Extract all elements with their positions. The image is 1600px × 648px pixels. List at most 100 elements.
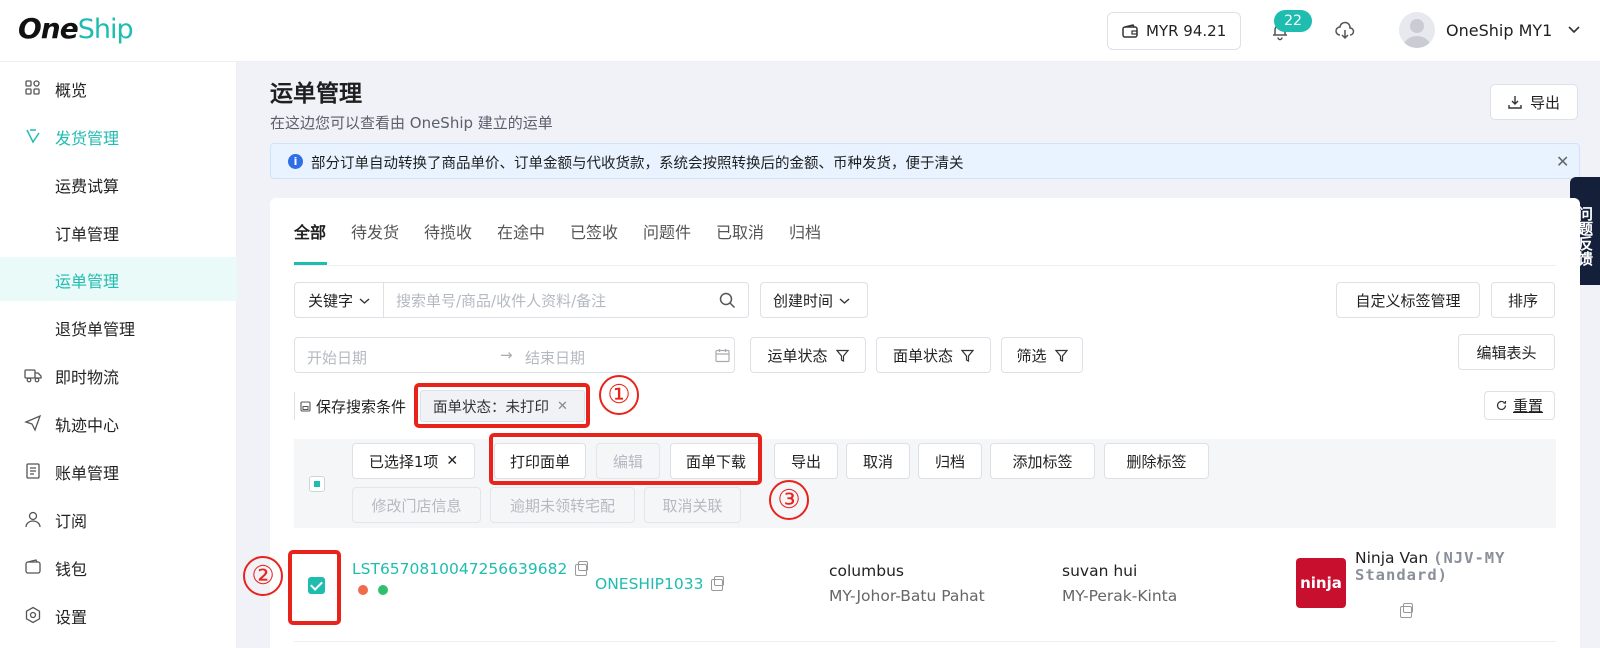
copy-icon[interactable]	[575, 560, 589, 576]
sidebar-item-subscription[interactable]: 订阅	[0, 497, 237, 541]
tab-divider	[294, 265, 1556, 266]
status-dot	[358, 585, 368, 595]
refresh-icon	[1496, 400, 1507, 411]
sidebar-item-label: 运费试算	[55, 177, 120, 196]
send-icon	[24, 414, 42, 432]
tab-archived[interactable]: 归档	[789, 219, 821, 243]
reset-button[interactable]: 重置	[1484, 391, 1555, 420]
copy-icon[interactable]	[711, 575, 725, 591]
annotation-box-1	[414, 383, 590, 428]
carrier-info: Ninja Van (NJV-MY Standard)	[1355, 550, 1555, 584]
remove-tag-button[interactable]: 删除标签	[1104, 443, 1209, 479]
filter-icon	[1054, 349, 1068, 362]
filter-button[interactable]: 筛选	[1001, 337, 1083, 373]
tab-delivered[interactable]: 已签收	[570, 219, 618, 243]
sidebar-item-billing[interactable]: 账单管理	[0, 449, 237, 493]
keyword-select[interactable]: 关键字	[294, 282, 384, 318]
user-avatar-icon	[1403, 19, 1431, 48]
sidebar-item-overview[interactable]: 概览	[0, 66, 237, 110]
sidebar-item-label: 即时物流	[55, 368, 120, 387]
page-subtitle: 在这边您可以查看由 OneShip 建立的运单	[270, 114, 553, 132]
oneship-logo[interactable]: OneShip	[18, 12, 134, 45]
search-placeholder: 搜索单号/商品/收件人资料/备注	[396, 291, 607, 310]
sidebar-item-settings[interactable]: 设置	[0, 593, 237, 637]
tab-all[interactable]: 全部	[294, 219, 326, 243]
carrier-name: Ninja Van	[1355, 549, 1429, 567]
sidebar: 概览 发货管理 运费试算 订单管理 运单管理 退货单管理 即时物流 轨迹中心 账…	[0, 62, 237, 648]
sidebar-item-returns[interactable]: 退货单管理	[0, 305, 237, 349]
sidebar-item-label: 发货管理	[55, 129, 120, 148]
save-search-button[interactable]: 保存搜索条件	[294, 392, 414, 420]
waybill-status-filter[interactable]: 运单状态	[750, 337, 866, 373]
sidebar-item-tracking[interactable]: 轨迹中心	[0, 401, 237, 445]
logo-one-text: One	[18, 12, 79, 45]
avatar[interactable]	[1399, 12, 1435, 48]
close-icon[interactable]: ✕	[1556, 152, 1569, 171]
export-label: 导出	[1529, 93, 1560, 112]
date-range-picker[interactable]: 开始日期 → 结束日期	[294, 337, 735, 373]
annotation-number-1: ①	[599, 375, 639, 415]
select-all-checkbox[interactable]	[309, 476, 325, 492]
save-search-label: 保存搜索条件	[316, 397, 407, 416]
tab-cancelled[interactable]: 已取消	[716, 219, 764, 243]
search-icon[interactable]	[719, 292, 736, 309]
cancel-button[interactable]: 取消	[846, 443, 910, 479]
sidebar-item-wallet[interactable]: 钱包	[0, 545, 237, 589]
tab-in-transit[interactable]: 在途中	[497, 219, 545, 243]
tab-problem[interactable]: 问题件	[643, 219, 691, 243]
sidebar-item-instant-logistics[interactable]: 即时物流	[0, 353, 237, 397]
chevron-down-icon[interactable]	[1567, 22, 1581, 36]
user-icon	[25, 511, 41, 528]
order-id[interactable]: ONESHIP1033	[595, 575, 725, 593]
wallet-amount: MYR 94.21	[1146, 22, 1227, 40]
custom-tag-manage-button[interactable]: 自定义标签管理	[1336, 282, 1480, 318]
sender-name: columbus	[829, 562, 904, 580]
sidebar-item-label: 概览	[55, 81, 88, 100]
add-tag-button[interactable]: 添加标签	[990, 443, 1095, 479]
logo-ship-text: Ship	[77, 14, 134, 45]
sidebar-item-waybills[interactable]: 运单管理	[0, 257, 237, 301]
order-id-text: ONESHIP1033	[595, 575, 704, 593]
tab-pending-ship[interactable]: 待发货	[351, 219, 399, 243]
edit-store-button[interactable]: 修改门店信息	[352, 487, 481, 523]
sidebar-item-freight-calc[interactable]: 运费试算	[0, 162, 237, 206]
sidebar-item-label: 账单管理	[55, 464, 120, 483]
receiver-region: MY-Perak-Kinta	[1062, 587, 1178, 605]
overdue-home-delivery-button[interactable]: 逾期未领转宅配	[490, 487, 635, 523]
annotation-box-2	[288, 550, 341, 625]
top-header: OneShip MYR 94.21 22 OneShip MY1	[0, 0, 1600, 62]
annotation-number-3: ③	[769, 480, 809, 520]
time-select-label: 创建时间	[773, 291, 834, 310]
chevron-down-icon	[839, 297, 850, 304]
sidebar-item-label: 退货单管理	[55, 320, 136, 339]
close-icon[interactable]: ✕	[446, 453, 458, 469]
search-input[interactable]: 搜索单号/商品/收件人资料/备注	[383, 282, 749, 318]
sender-region: MY-Johor-Batu Pahat	[829, 587, 985, 605]
selected-count-button[interactable]: 已选择1项 ✕	[352, 443, 475, 479]
archive-button[interactable]: 归档	[918, 443, 982, 479]
batch-export-button[interactable]: 导出	[774, 443, 838, 479]
unlink-button[interactable]: 取消关联	[644, 487, 741, 523]
tracking-number[interactable]: LST6570810047256639682	[352, 560, 589, 578]
sidebar-item-orders[interactable]: 订单管理	[0, 210, 237, 254]
label-status-label: 面单状态	[892, 346, 953, 365]
sort-button[interactable]: 排序	[1491, 282, 1555, 318]
notification-badge: 22	[1274, 10, 1312, 32]
reset-label: 重置	[1512, 397, 1543, 415]
time-select[interactable]: 创建时间	[760, 282, 868, 318]
copy-icon[interactable]	[1400, 603, 1413, 618]
settings-icon	[25, 606, 41, 624]
sidebar-item-label: 轨迹中心	[55, 416, 120, 435]
tab-pending-pickup[interactable]: 待揽收	[424, 219, 472, 243]
sidebar-item-label: 钱包	[55, 560, 88, 579]
notice-text: 部分订单自动转换了商品单价、订单金额与代收货款，系统会按照转换后的金额、币种发货…	[311, 156, 964, 172]
cloud-download-icon[interactable]	[1334, 20, 1356, 42]
user-name[interactable]: OneShip MY1	[1446, 21, 1552, 40]
wallet-balance[interactable]: MYR 94.21	[1107, 12, 1241, 50]
label-status-filter[interactable]: 面单状态	[876, 337, 991, 373]
edit-header-button[interactable]: 编辑表头	[1458, 334, 1555, 370]
wallet-icon	[1122, 24, 1138, 38]
export-button[interactable]: 导出	[1490, 84, 1578, 120]
filter-icon	[961, 349, 974, 362]
sidebar-item-shipping[interactable]: 发货管理	[0, 114, 237, 158]
